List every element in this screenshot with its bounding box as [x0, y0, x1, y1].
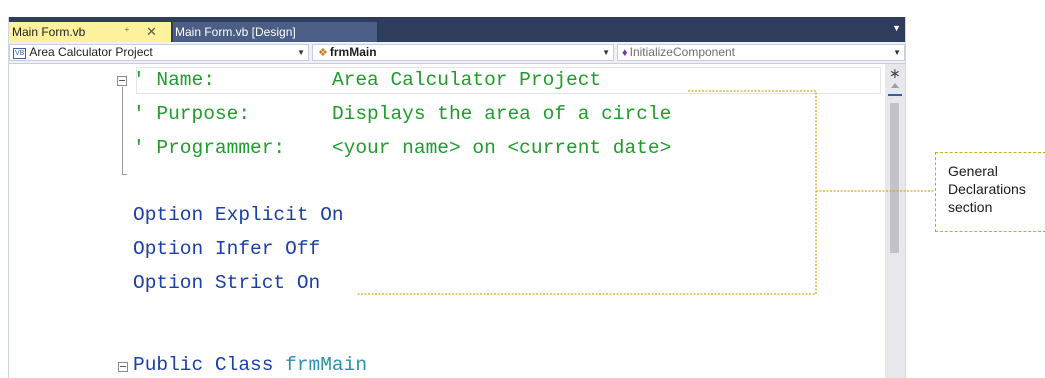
navigation-bar: VB Area Calculator Project ▼ ❖ frmMain ▼ ♦… [9, 42, 905, 64]
callout-text: General Declarations section [948, 163, 1026, 215]
tab-label: Main Form.vb [12, 25, 86, 39]
code-editor-window: Main Form.vb ⁺ ✕ Main Form.vb [Design] ▼… [8, 17, 906, 378]
vertical-scrollbar[interactable]: ∗ [885, 64, 905, 378]
caret-position-marker [888, 94, 902, 96]
collapse-class-icon[interactable] [118, 362, 128, 372]
scroll-up-arrow-icon[interactable] [891, 83, 899, 88]
tab-list-chevron-icon[interactable]: ▼ [892, 23, 901, 33]
code-line-option-explicit: Option Explicit On [133, 204, 344, 226]
chevron-down-icon: ▼ [602, 48, 610, 57]
split-window-icon[interactable]: ∗ [889, 66, 901, 80]
code-editor[interactable]: ' Name: Area Calculator Project ' Purpos… [9, 64, 885, 378]
code-line-option-infer: Option Infer Off [133, 238, 321, 260]
callout-general-declarations: General Declarations section [935, 152, 1045, 232]
outline-guide-end [122, 174, 127, 175]
tab-main-form-vb[interactable]: Main Form.vb ⁺ ✕ [9, 22, 171, 42]
member-dropdown[interactable]: ♦ InitializeComponent ▼ [617, 44, 905, 61]
scrollbar-thumb[interactable] [890, 103, 899, 253]
close-icon[interactable]: ✕ [146, 22, 157, 42]
class-dropdown-label: frmMain [329, 45, 377, 59]
class-dropdown[interactable]: ❖ frmMain ▼ [312, 44, 614, 61]
project-dropdown-label: Area Calculator Project [29, 45, 153, 59]
code-line-public-class: Public Class frmMain [133, 354, 368, 376]
chevron-down-icon: ▼ [893, 48, 901, 57]
tab-main-form-design[interactable]: Main Form.vb [Design] [173, 22, 377, 42]
class-icon: ❖ [318, 47, 328, 59]
code-line-programmer: ' Programmer: <your name> on <current da… [133, 137, 672, 159]
code-line-purpose: ' Purpose: Displays the area of a circle [133, 103, 672, 125]
outline-guide [122, 87, 123, 174]
document-tab-strip: Main Form.vb ⁺ ✕ Main Form.vb [Design] ▼ [9, 17, 905, 42]
code-line-option-strict: Option Strict On [133, 272, 321, 294]
pin-icon[interactable]: ⁺ [124, 22, 130, 42]
tab-label: Main Form.vb [Design] [175, 25, 296, 39]
vb-project-icon: VB [13, 48, 27, 59]
member-dropdown-label: InitializeComponent [629, 45, 736, 59]
code-line-name: ' Name: Area Calculator Project [133, 69, 602, 91]
collapse-comment-block-icon[interactable] [117, 76, 127, 86]
method-icon: ♦ [622, 47, 628, 59]
chevron-down-icon: ▼ [297, 48, 305, 57]
project-dropdown[interactable]: VB Area Calculator Project ▼ [9, 44, 309, 61]
